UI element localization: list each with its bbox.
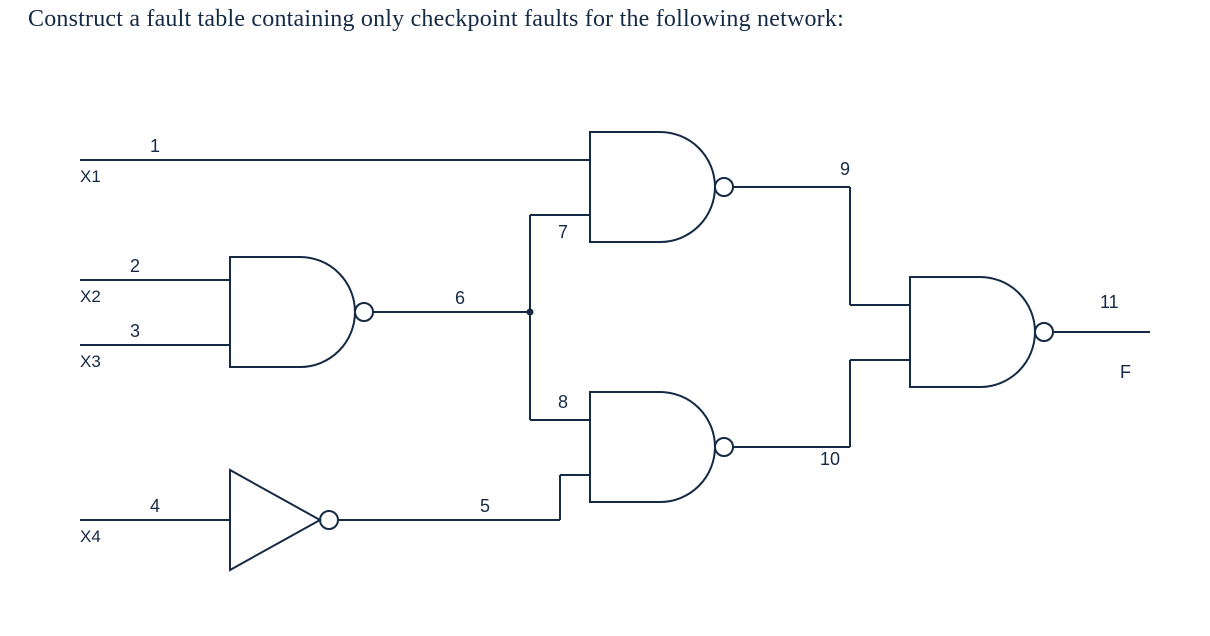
wire-11: 11 [1100, 292, 1119, 312]
wire-3: 3 [130, 321, 140, 341]
circuit-svg: X1 X2 X3 X4 1 2 3 4 5 6 7 8 9 10 11 F [60, 90, 1160, 620]
circuit-diagram: X1 X2 X3 X4 1 2 3 4 5 6 7 8 9 10 11 F [60, 90, 1160, 620]
wire-6: 6 [455, 288, 465, 308]
label-f: F [1120, 362, 1131, 382]
wire-4: 4 [150, 496, 160, 516]
wire-8: 8 [558, 392, 568, 412]
wire-1: 1 [150, 136, 160, 156]
label-x1: X1 [80, 167, 101, 186]
wires [80, 160, 1150, 520]
gate-nand-2 [590, 132, 733, 242]
wire-7: 7 [558, 222, 568, 242]
gate-nand-3 [590, 392, 733, 502]
gate-not [230, 470, 338, 570]
gate-nand-1 [230, 257, 373, 367]
gate-nand-4 [910, 277, 1053, 387]
label-x3: X3 [80, 352, 101, 371]
wire-10: 10 [820, 449, 840, 469]
wire-2: 2 [130, 256, 140, 276]
label-x2: X2 [80, 287, 101, 306]
fanout-node [527, 309, 534, 316]
wire-9: 9 [840, 159, 850, 179]
wire-5: 5 [480, 496, 490, 516]
label-x4: X4 [80, 527, 101, 546]
prompt-text: Construct a fault table containing only … [28, 6, 844, 33]
